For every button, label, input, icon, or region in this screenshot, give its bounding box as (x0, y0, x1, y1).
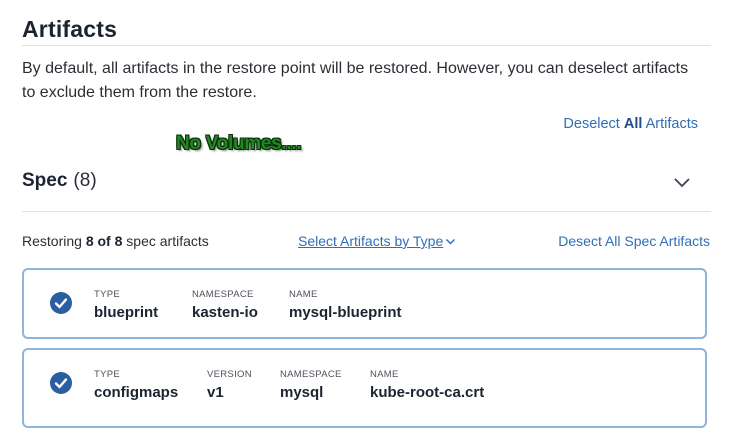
artifact-name-field: NAME mysql-blueprint (289, 289, 402, 321)
artifact-version-field: VERSION v1 (207, 369, 252, 401)
field-label: NAMESPACE (280, 369, 342, 380)
restoring-suffix: spec artifacts (122, 233, 209, 249)
restoring-count: 8 of 8 (85, 233, 123, 249)
spec-divider (22, 211, 711, 212)
field-label: VERSION (207, 369, 252, 380)
field-value: v1 (207, 384, 224, 401)
deselect-all-bold: All (623, 116, 643, 132)
artifact-type-field: TYPE blueprint (94, 289, 158, 321)
select-by-type-label: Select Artifacts by Type (298, 233, 444, 249)
field-label: TYPE (94, 369, 121, 380)
check-circle-icon[interactable] (50, 292, 72, 314)
field-label: NAME (289, 289, 318, 300)
artifact-card[interactable]: TYPE blueprint NAMESPACE kasten-io NAME … (22, 268, 707, 339)
artifact-name-field: NAME kube-root-ca.crt (370, 369, 484, 401)
chevron-down-icon (446, 239, 456, 245)
field-value: configmaps (94, 384, 179, 401)
annotation-overlay: No Volumes.... (176, 133, 302, 154)
artifacts-title: Artifacts (22, 16, 118, 42)
deselect-all-spec-artifacts-link[interactable]: Desect All Spec Artifacts (558, 233, 710, 249)
spec-count: (8) (73, 170, 97, 191)
deselect-all-suffix: Artifacts (642, 116, 698, 132)
deselect-all-prefix: Deselect (563, 116, 624, 132)
artifact-type-field: TYPE configmaps (94, 369, 178, 401)
field-value: blueprint (94, 304, 159, 321)
title-divider (22, 45, 711, 46)
field-value: mysql-blueprint (289, 304, 402, 321)
select-artifacts-by-type-dropdown[interactable]: Select Artifacts by Type (298, 233, 456, 249)
check-circle-icon[interactable] (50, 372, 72, 394)
field-value: kasten-io (192, 304, 258, 321)
spec-title: Spec (22, 170, 68, 191)
field-label: TYPE (94, 289, 121, 300)
field-label: NAME (370, 369, 399, 380)
field-label: NAMESPACE (192, 289, 254, 300)
artifacts-description: By default, all artifacts in the restore… (22, 60, 689, 101)
artifact-namespace-field: NAMESPACE kasten-io (192, 289, 258, 321)
chevron-down-icon[interactable] (672, 176, 692, 190)
artifact-namespace-field: NAMESPACE mysql (280, 369, 342, 401)
field-value: kube-root-ca.crt (370, 384, 485, 401)
restoring-prefix: Restoring (22, 233, 86, 249)
spec-header: Spec (8) (22, 170, 97, 192)
deselect-all-artifacts-link[interactable]: Deselect All Artifacts (563, 116, 698, 132)
restoring-status: Restoring 8 of 8 spec artifacts (22, 233, 209, 249)
field-value: mysql (280, 384, 324, 401)
artifact-card[interactable]: TYPE configmaps VERSION v1 NAMESPACE mys… (22, 348, 707, 428)
